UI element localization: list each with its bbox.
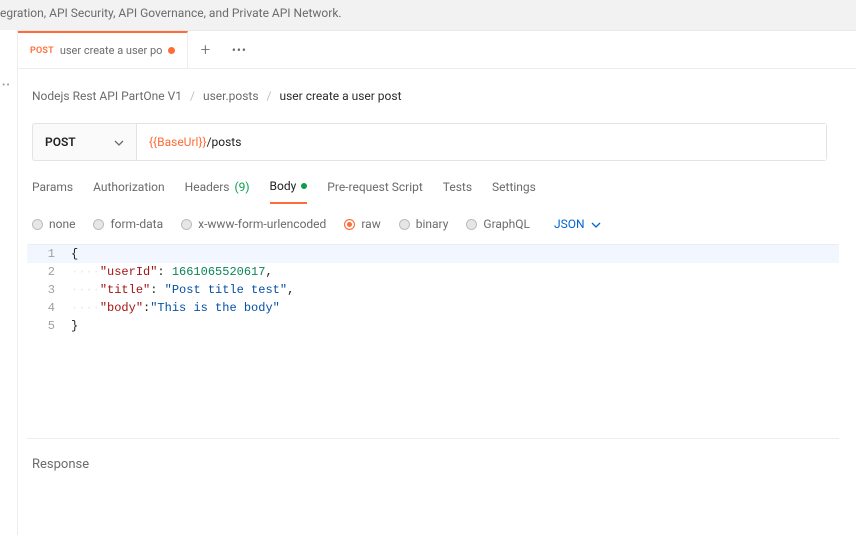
line-number: 2 <box>27 263 65 281</box>
radio-icon <box>399 219 410 230</box>
breadcrumb-separator: / <box>190 89 195 103</box>
breadcrumb-separator: / <box>267 89 272 103</box>
tab-params[interactable]: Params <box>32 179 73 204</box>
request-tab-active[interactable]: POST user create a user po <box>18 31 188 68</box>
raw-language-select[interactable]: JSON <box>554 217 601 231</box>
body-type-none[interactable]: none <box>32 217 75 231</box>
chevron-down-icon <box>591 219 601 229</box>
line-number: 4 <box>27 299 65 317</box>
radio-icon <box>181 219 192 230</box>
tab-bar: t POST user create a user po + ••• <box>0 31 856 69</box>
body-type-row: none form-data x-www-form-urlencoded raw… <box>32 204 856 244</box>
breadcrumb: Nodejs Rest API PartOne V1 / user.posts … <box>32 69 856 123</box>
radio-icon <box>466 219 477 230</box>
body-editor[interactable]: 1 { 2 ····"userId": 1661065520617, 3 ···… <box>27 244 839 439</box>
url-input[interactable]: {{BaseUrl}}/posts <box>137 124 826 160</box>
radio-icon <box>93 219 104 230</box>
left-rail: •• <box>0 30 18 535</box>
tab-title: user create a user po <box>60 44 163 57</box>
http-method-select[interactable]: POST <box>33 124 137 160</box>
tab-body[interactable]: Body <box>270 179 308 204</box>
url-path: /posts <box>207 135 242 149</box>
tab-tests[interactable]: Tests <box>443 179 472 204</box>
body-type-raw[interactable]: raw <box>344 217 380 231</box>
body-type-urlencoded[interactable]: x-www-form-urlencoded <box>181 217 326 231</box>
tab-options-button[interactable]: ••• <box>222 31 256 68</box>
body-type-graphql[interactable]: GraphQL <box>466 217 530 231</box>
info-banner: egration, API Security, API Governance, … <box>0 0 856 31</box>
body-type-form-data[interactable]: form-data <box>93 217 163 231</box>
response-section-header: Response <box>32 439 856 490</box>
http-method-label: POST <box>45 135 76 149</box>
tab-settings[interactable]: Settings <box>492 179 536 204</box>
raw-language-label: JSON <box>554 217 585 231</box>
body-active-dot-icon <box>301 183 307 189</box>
tab-headers[interactable]: Headers (9) <box>185 179 250 204</box>
headers-count: (9) <box>235 180 250 194</box>
breadcrumb-request: user create a user post <box>279 89 401 103</box>
line-number: 1 <box>27 245 65 263</box>
radio-icon <box>32 219 43 230</box>
url-bar: POST {{BaseUrl}}/posts <box>32 123 827 161</box>
tab-method-badge: POST <box>30 46 54 56</box>
breadcrumb-folder[interactable]: user.posts <box>203 89 259 103</box>
new-tab-button[interactable]: + <box>188 31 222 68</box>
body-type-binary[interactable]: binary <box>399 217 449 231</box>
left-rail-handle: •• <box>2 80 11 91</box>
chevron-down-icon <box>114 137 124 147</box>
breadcrumb-collection[interactable]: Nodejs Rest API PartOne V1 <box>32 89 182 103</box>
line-number: 5 <box>27 317 65 335</box>
line-number: 3 <box>27 281 65 299</box>
url-variable: {{BaseUrl}} <box>149 135 207 149</box>
request-content: Nodejs Rest API PartOne V1 / user.posts … <box>0 69 856 490</box>
request-section-tabs: Params Authorization Headers (9) Body Pr… <box>32 161 856 204</box>
radio-icon-selected <box>344 219 355 230</box>
unsaved-dot-icon <box>168 47 175 54</box>
tab-authorization[interactable]: Authorization <box>93 179 165 204</box>
tab-prerequest[interactable]: Pre-request Script <box>327 179 422 204</box>
